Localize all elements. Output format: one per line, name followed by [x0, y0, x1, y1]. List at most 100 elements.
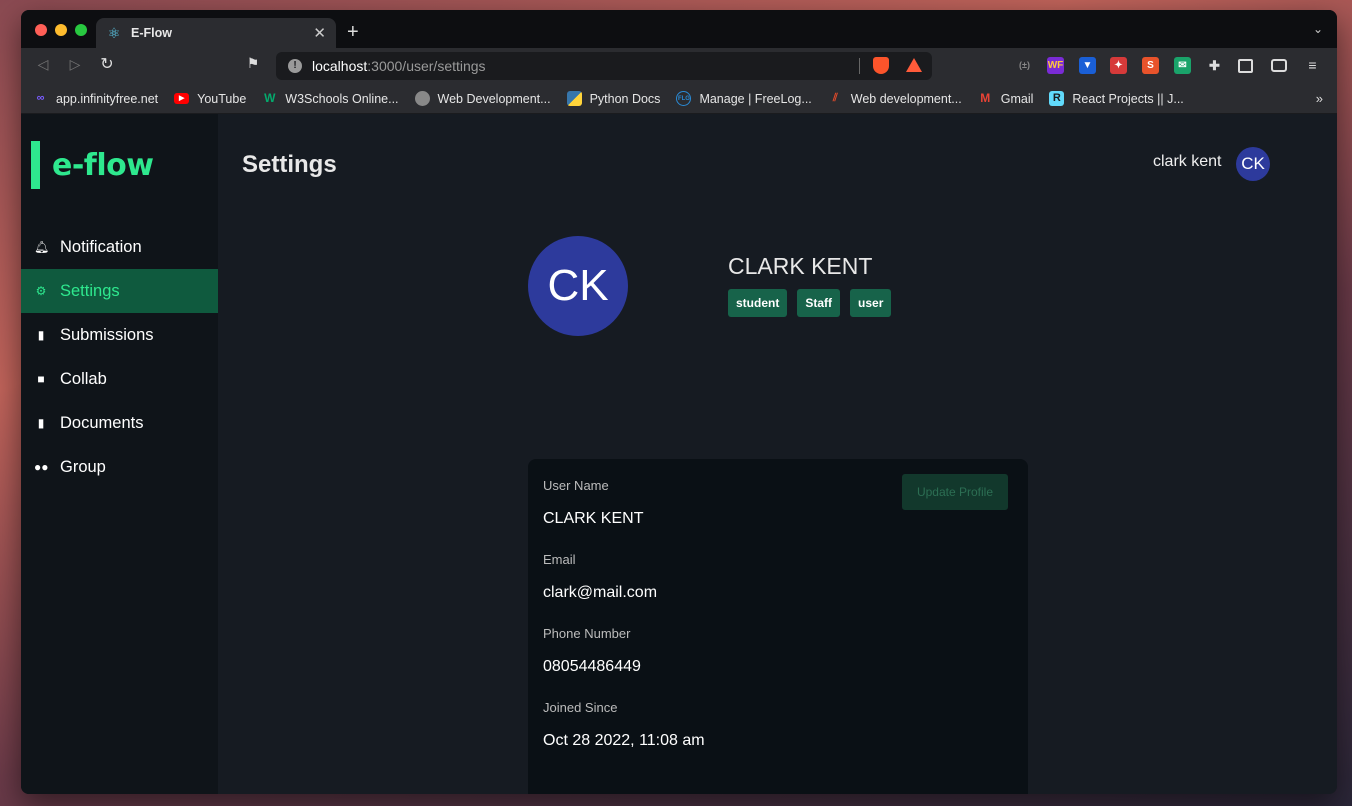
close-tab-icon[interactable]: ✕ [313, 24, 326, 42]
field-value-phone: 08054486449 [543, 658, 641, 675]
field-value-email: clark@mail.com [543, 584, 658, 601]
sidebar-item-label: Group [60, 457, 106, 476]
bookmark-item[interactable]: FLG Manage | FreeLog... [676, 91, 812, 106]
python-icon [566, 91, 582, 106]
svelte-icon[interactable]: S [1142, 57, 1159, 74]
bookmark-label: Python Docs [589, 91, 661, 106]
logo[interactable]: e-flow [21, 139, 218, 191]
url-host: localhost [312, 58, 368, 74]
video-icon: ■ [37, 372, 45, 386]
brave-shields-icon[interactable] [873, 57, 889, 74]
youtube-icon: ▶ [174, 93, 190, 104]
extensions-icon[interactable]: ✚ [1206, 57, 1223, 74]
browser-tab[interactable]: ⚛ E-Flow ✕ [96, 18, 336, 48]
profile-avatar: CK [528, 236, 628, 336]
whatfont-icon[interactable]: WF [1047, 57, 1064, 74]
extension-icon[interactable]: (±) [1016, 57, 1033, 74]
chevron-down-icon[interactable]: ⌄ [1313, 22, 1323, 36]
logo-bar [31, 141, 40, 189]
react-projects-icon: R [1049, 91, 1065, 106]
url-path: :3000/user/settings [367, 58, 486, 74]
puzzle-ext-icon[interactable]: ✦ [1110, 57, 1127, 74]
mail-ext-icon[interactable]: ✉ [1174, 57, 1191, 74]
sidebar-item-collab[interactable]: ■ Collab [21, 357, 218, 401]
react-icon: ⚛ [107, 25, 121, 41]
role-badges: student Staff user [728, 289, 892, 317]
freelogo-icon: FLG [676, 91, 692, 106]
bookmark-label: Gmail [1000, 91, 1034, 106]
menu-icon[interactable]: ≡ [1304, 57, 1321, 74]
bookmark-label: React Projects || J... [1072, 91, 1184, 106]
bookmark-item[interactable]: ∞ app.infinityfree.net [33, 91, 159, 106]
browser-toolbar: ◁ ▷ ↻ ⚑ ! localhost:3000/user/settings (… [21, 48, 1337, 84]
sidebar-item-label: Notification [60, 237, 142, 256]
field-label-username: User Name [543, 478, 609, 493]
minimize-window-button[interactable] [55, 24, 67, 36]
field-label-email: Email [543, 552, 576, 567]
back-icon[interactable]: ◁ [33, 56, 53, 73]
bookmark-label: W3Schools Online... [285, 91, 399, 106]
sidebar-nav: 🔔︎ Notification ⚙ Settings ▮ Submissions… [21, 225, 218, 489]
bookmark-item[interactable]: Python Docs [566, 91, 661, 106]
bookmarks-bar: ∞ app.infinityfree.net ▶ YouTube W W3School… [21, 84, 1337, 114]
url-separator [859, 58, 860, 74]
more-bookmarks-icon[interactable]: » [1316, 91, 1323, 106]
role-badge: student [728, 289, 788, 317]
forward-icon[interactable]: ▷ [65, 56, 85, 73]
sidebar-item-label: Submissions [60, 325, 154, 344]
role-badge: user [850, 289, 892, 317]
bookmark-item[interactable]: W W3Schools Online... [262, 91, 398, 106]
infinity-icon: ∞ [36, 92, 45, 104]
tab-title: E-Flow [131, 26, 172, 40]
header-avatar[interactable]: CK [1236, 147, 1270, 181]
window-controls [35, 24, 87, 36]
bell-icon: 🔔︎ [34, 240, 50, 254]
bookmark-item[interactable]: M Gmail [978, 91, 1034, 106]
address-bar[interactable]: ! localhost:3000/user/settings [276, 52, 932, 80]
web-dev-icon: ⫽ [832, 92, 838, 104]
bookmark-label: Web Development... [437, 91, 551, 106]
maximize-window-button[interactable] [75, 24, 87, 36]
file-icon: ▮ [37, 328, 45, 342]
gear-icon: ⚙ [35, 284, 47, 298]
bookmark-item[interactable]: ▶ YouTube [174, 92, 246, 106]
bookmark-label: YouTube [197, 91, 247, 106]
bookmark-item[interactable]: ⫽ Web development... [828, 91, 962, 106]
sidebar-item-group[interactable]: ●● Group [21, 445, 218, 489]
reload-icon[interactable]: ↻ [97, 54, 117, 74]
field-label-phone: Phone Number [543, 626, 631, 641]
bookmark-item[interactable]: R React Projects || J... [1049, 91, 1184, 106]
file-icon: ▮ [37, 416, 45, 430]
new-tab-button[interactable]: + [347, 21, 359, 44]
field-label-joined: Joined Since [543, 700, 618, 715]
sidebar-item-notification[interactable]: 🔔︎ Notification [21, 225, 218, 269]
app-page: e-flow 🔔︎ Notification ⚙ Settings ▮ Subm… [21, 114, 1337, 794]
field-value-joined: Oct 28 2022, 11:08 am [543, 732, 705, 749]
browser-window: ⚛ E-Flow ✕ + ⌄ ◁ ▷ ↻ ⚑ ! localhost:3000/… [21, 10, 1337, 794]
info-icon[interactable]: ! [288, 59, 302, 73]
sidebar: e-flow 🔔︎ Notification ⚙ Settings ▮ Subm… [21, 114, 218, 794]
close-window-button[interactable] [35, 24, 47, 36]
wallet-icon[interactable] [1271, 59, 1287, 72]
sidebar-item-label: Settings [60, 281, 120, 300]
logo-text: e-flow [52, 147, 154, 183]
sidebar-item-settings[interactable]: ⚙ Settings [21, 269, 218, 313]
bookmark-item[interactable]: Web Development... [414, 91, 551, 106]
tab-strip: ⚛ E-Flow ✕ + ⌄ [21, 10, 1337, 48]
shield-icon[interactable]: ▼ [1079, 57, 1096, 74]
sidebar-item-submissions[interactable]: ▮ Submissions [21, 313, 218, 357]
sidebar-item-documents[interactable]: ▮ Documents [21, 401, 218, 445]
gmail-icon: M [980, 91, 991, 105]
sidebar-toggle-icon[interactable] [1238, 59, 1253, 73]
header-username[interactable]: clark kent [1153, 153, 1221, 171]
w3schools-icon: W [264, 91, 276, 105]
bookmark-label: Manage | FreeLog... [699, 91, 812, 106]
bookmark-icon[interactable]: ⚑ [243, 55, 263, 72]
bookmark-label: app.infinityfree.net [56, 91, 159, 106]
bookmark-label: Web development... [850, 91, 962, 106]
update-profile-button[interactable]: Update Profile [902, 474, 1008, 510]
users-icon: ●● [34, 460, 49, 474]
sidebar-item-label: Documents [60, 413, 144, 432]
brave-rewards-icon[interactable] [906, 58, 922, 72]
profile-details-card: Update Profile User Name CLARK KENT Emai… [528, 459, 1028, 794]
